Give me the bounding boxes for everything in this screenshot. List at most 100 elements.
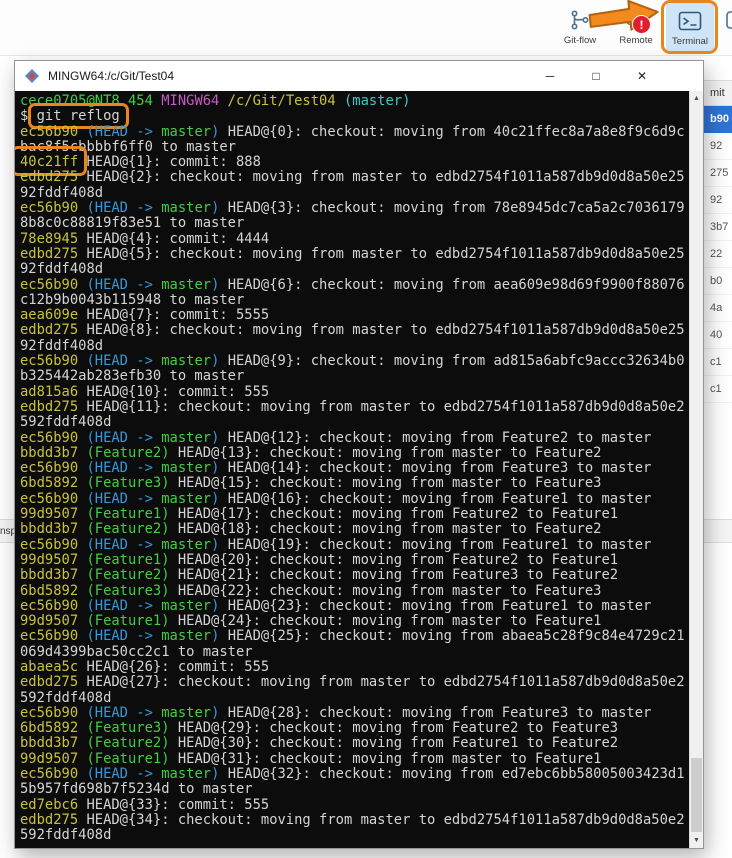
terminal-text: edbd275 — [20, 322, 87, 339]
commit-list-partial: mit b90 92 275 92 3b7 22 b0 4a 40 c1 c1 — [704, 56, 732, 858]
terminal-text: 6bd5892 — [20, 720, 87, 737]
terminal-text: 592fddf408d — [20, 414, 112, 431]
terminal-text: HEAD@{8}: checkout: moving from master t… — [86, 322, 685, 339]
terminal-line: 592fddf408d — [20, 828, 689, 843]
commit-row-fragment[interactable]: 22 — [704, 241, 732, 268]
terminal-text: master — [161, 123, 212, 140]
terminal-text: HEAD@{24}: checkout: moving from master … — [177, 613, 602, 630]
window-titlebar[interactable]: MINGW64:/c/Git/Test04 ─ □ ✕ — [15, 61, 703, 91]
terminal-line: 5b957fd698b7f5234d to master — [20, 782, 689, 797]
maximize-button[interactable]: □ — [573, 61, 619, 91]
terminal-text: HEAD@{21}: checkout: moving from Feature… — [177, 567, 619, 584]
terminal-text: (Feature3) — [86, 582, 178, 599]
terminal-line: ec56b90 (HEAD -> master) HEAD@{25}: chec… — [20, 629, 689, 644]
terminal-text: HEAD@{30}: checkout: moving from Feature… — [177, 735, 619, 752]
terminal-text: HEAD@{27}: checkout: moving from master … — [86, 674, 685, 691]
terminal-text: ec56b90 — [20, 353, 87, 370]
terminal-text: bbdd3b7 — [20, 521, 87, 538]
terminal-text: (Feature2) — [86, 567, 178, 584]
commit-column-header[interactable]: mit — [704, 80, 732, 106]
terminal-text: ) — [211, 123, 228, 140]
terminal-text: HEAD@{22}: checkout: moving from master … — [177, 582, 602, 599]
terminal-line: c12b9b0043b115948 to master — [20, 292, 689, 308]
scrollbar-up-icon[interactable]: ▲ — [690, 91, 703, 106]
commit-row-fragment[interactable]: 92 — [704, 133, 732, 160]
terminal-text: HEAD@{32}: checkout: moving from ed7ebc6… — [227, 766, 685, 783]
terminal-text: HEAD@{28}: checkout: moving from Feature… — [227, 704, 652, 721]
terminal-text: HEAD@{26}: commit: 555 — [86, 658, 270, 675]
commit-header-text: mit — [710, 87, 725, 99]
mintty-icon — [24, 68, 40, 84]
close-button[interactable]: ✕ — [619, 61, 665, 91]
terminal-text: HEAD@{10}: commit: 555 — [86, 383, 270, 400]
terminal-text: ) — [211, 460, 228, 477]
scrollbar[interactable]: ▲ ▼ — [689, 91, 703, 848]
commit-row-fragment[interactable]: 4a — [704, 295, 732, 322]
terminal-text: master — [161, 429, 212, 446]
terminal-line: edbd275 HEAD@{34}: checkout: moving from… — [20, 812, 689, 828]
terminal-text: HEAD@{12}: checkout: moving from Feature… — [227, 429, 652, 446]
terminal-text: 92fddf408d — [20, 184, 104, 201]
terminal-text: abaea5c — [20, 658, 87, 675]
terminal-text: HEAD@{29}: checkout: moving from Feature… — [177, 720, 619, 737]
terminal-text: (master) — [343, 93, 411, 109]
terminal-line: 6bd5892 (Feature3) HEAD@{29}: checkout: … — [20, 721, 689, 736]
terminal-text: (Feature1) — [86, 613, 178, 630]
terminal-text: HEAD@{14}: checkout: moving from Feature… — [227, 460, 652, 477]
terminal-line: ec56b90 (HEAD -> master) HEAD@{16}: chec… — [20, 490, 689, 507]
terminal-text: HEAD@{18}: checkout: moving from master … — [177, 521, 602, 538]
terminal-text: HEAD@{5}: checkout: moving from master t… — [86, 245, 685, 262]
terminal-text: 592fddf408d — [20, 827, 112, 844]
terminal-window: MINGW64:/c/Git/Test04 ─ □ ✕ cece0705@NT8… — [14, 60, 704, 849]
terminal-text: ec56b90 — [20, 536, 87, 553]
minimize-button[interactable]: ─ — [527, 61, 573, 91]
terminal-text: master — [161, 200, 212, 217]
toolbar-label-terminal: Terminal — [672, 36, 708, 47]
commit-row-fragment[interactable]: c1 — [704, 376, 732, 403]
toolbar-label-remote: Remote — [619, 35, 653, 46]
terminal-text: master — [161, 276, 212, 293]
terminal-line: 99d9507 (Feature1) HEAD@{24}: checkout: … — [20, 613, 689, 630]
terminal-text: ) — [211, 597, 228, 614]
terminal-line: edbd275 HEAD@{5}: checkout: moving from … — [20, 245, 689, 262]
terminal-line: edbd275 HEAD@{8}: checkout: moving from … — [20, 323, 689, 338]
terminal-line: 592fddf408d — [20, 415, 689, 430]
terminal-text: HEAD@{19}: checkout: moving from Feature… — [227, 536, 652, 553]
scrollbar-down-icon[interactable]: ▼ — [690, 833, 703, 848]
terminal-text: (Feature1) — [86, 750, 178, 767]
terminal-text: 592fddf408d — [20, 689, 112, 706]
scrollbar-thumb[interactable] — [691, 758, 702, 832]
toolbar-button-explorer[interactable]: E — [720, 2, 732, 52]
terminal-line: bac8f5cbbbbf6ff0 to master — [20, 139, 689, 155]
terminal-text: ec56b90 — [20, 628, 87, 645]
terminal-text: (HEAD -> — [86, 490, 162, 507]
terminal-line: bbdd3b7 (Feature2) HEAD@{18}: checkout: … — [20, 522, 689, 537]
commit-row-fragment[interactable]: c1 — [704, 349, 732, 376]
terminal-line: 99d9507 (Feature1) HEAD@{20}: checkout: … — [20, 552, 689, 568]
terminal-line: 069d4399bac50cc2c1 to master — [20, 644, 689, 660]
terminal-text: ec56b90 — [20, 460, 87, 477]
screen: Git-flow Remote ! Terminal mit b90 92 27… — [0, 0, 732, 858]
commit-row-fragment[interactable]: 40 — [704, 322, 732, 349]
terminal-line: edbd275 HEAD@{2}: checkout: moving from … — [20, 170, 689, 185]
terminal-text: edbd275 — [20, 674, 87, 691]
terminal-text: ) — [211, 628, 228, 645]
commit-list-fragments: b90 92 275 92 3b7 22 b0 4a 40 c1 c1 — [704, 106, 732, 403]
commit-row-fragment[interactable]: 3b7 — [704, 214, 732, 241]
terminal-output[interactable]: cece0705@NT8 454 MINGW64 /c/Git/Test04 (… — [15, 91, 689, 848]
terminal-text: ) — [211, 353, 228, 370]
terminal-text: ec56b90 — [20, 276, 87, 293]
terminal-text: (Feature1) — [86, 506, 178, 523]
terminal-line: 78e8945 HEAD@{4}: commit: 4444 — [20, 231, 689, 247]
terminal-text: (HEAD -> — [86, 628, 162, 645]
toolbar-button-terminal[interactable]: Terminal — [666, 3, 714, 52]
commit-row-fragment[interactable]: b0 — [704, 268, 732, 295]
terminal-line: ec56b90 (HEAD -> master) HEAD@{12}: chec… — [20, 429, 689, 446]
terminal-text: 99d9507 — [20, 506, 87, 523]
commit-row-fragment[interactable]: b90 — [704, 106, 732, 133]
terminal-text: master — [161, 353, 212, 370]
terminal-text: HEAD@{7}: commit: 5555 — [86, 307, 270, 324]
terminal-line: 92fddf408d — [20, 184, 689, 201]
commit-row-fragment[interactable]: 92 — [704, 187, 732, 214]
commit-row-fragment[interactable]: 275 — [704, 160, 732, 187]
